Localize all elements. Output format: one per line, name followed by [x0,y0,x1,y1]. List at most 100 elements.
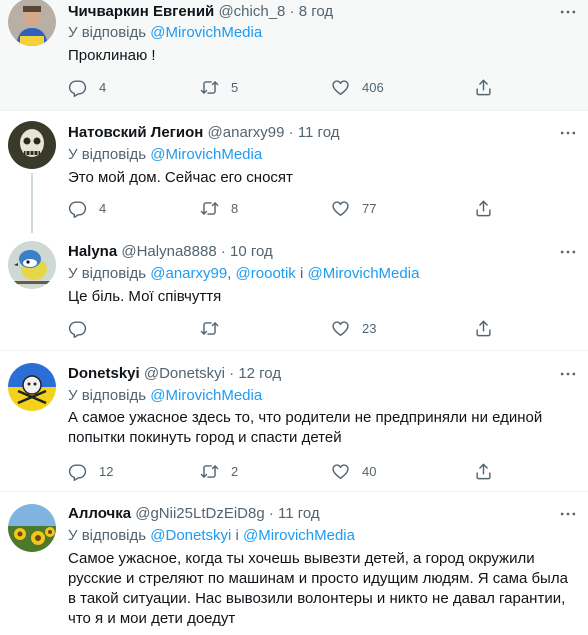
share-icon [474,78,493,97]
like-icon [331,199,350,218]
more-icon[interactable] [558,364,578,384]
author-name[interactable]: Аллочка [68,505,131,522]
tweet[interactable]: Donetskyi @Donetskyi · 12 год У відповід… [0,351,588,492]
like-count: 406 [362,79,384,95]
retweet-count: 2 [231,463,239,479]
more-icon[interactable] [558,242,578,262]
mention-link[interactable]: @MirovichMedia [307,265,419,282]
author-name[interactable]: Halyna [68,243,117,260]
like-button[interactable]: 40 [331,461,376,481]
reply-icon [68,199,87,218]
author-name[interactable]: Натовский Легион [68,124,203,141]
tweet-text: Це біль. Мої співчуття [68,288,222,305]
action-bar: 4 8 77 [68,198,508,218]
share-icon [474,462,493,481]
tweet-header: Аллочка @gNii25LtDzEiD8g · 11 год [68,505,320,522]
reply-context: У відповідь @Donetskyi і @MirovichMedia [68,527,355,544]
mention-separator: , [227,265,232,282]
like-count: 40 [362,463,377,479]
timestamp[interactable]: 11 год [278,505,320,522]
tweet[interactable]: Натовский Легион @anarxy99 · 11 год У ві… [0,111,588,233]
author-name[interactable]: Чичваркин Евгений [68,3,214,20]
more-icon[interactable] [558,504,578,524]
mention-link[interactable]: @MirovichMedia [243,527,355,544]
share-button[interactable] [474,318,493,338]
avatar[interactable] [8,241,56,289]
retweet-icon [200,319,219,338]
share-icon [474,319,493,338]
like-count: 77 [362,200,377,216]
timestamp[interactable]: 8 год [299,3,333,20]
tweet-text: Самое ужасное, когда ты хочешь вывезти д… [68,550,568,627]
author-name[interactable]: Donetskyi [68,365,140,382]
author-handle[interactable]: @Halyna8888 [121,243,216,260]
avatar[interactable] [8,121,56,169]
reply-button[interactable] [68,318,99,338]
separator: · [229,365,235,382]
share-button[interactable] [474,198,493,218]
separator: · [220,243,226,260]
retweet-count: 5 [231,79,239,95]
tweet[interactable]: Halyna @Halyna8888 · 10 год У відповідь … [0,229,588,351]
mention-link[interactable]: @Donetskyi [150,527,231,544]
like-button[interactable]: 77 [331,198,376,218]
retweet-icon [200,462,219,481]
reply-context: У відповідь @MirovichMedia [68,24,262,41]
avatar[interactable] [8,363,56,411]
retweet-button[interactable]: 5 [200,77,238,97]
avatar[interactable] [8,504,56,552]
tweet-header: Чичваркин Евгений @chich_8 · 8 год [68,3,333,20]
like-count: 23 [362,320,377,336]
more-icon[interactable] [558,123,578,143]
reply-prefix: У відповідь [68,24,147,41]
reply-button[interactable]: 4 [68,77,106,97]
reply-context: У відповідь @anarxy99, @roootik і @Mirov… [68,265,419,282]
reply-count: 12 [99,463,114,479]
action-bar: 12 2 40 [68,461,508,481]
reply-button[interactable]: 12 [68,461,113,481]
timestamp[interactable]: 10 год [230,243,273,260]
share-icon [474,199,493,218]
tweet-header: Donetskyi @Donetskyi · 12 год [68,365,281,382]
retweet-icon [200,78,219,97]
tweet-header: Halyna @Halyna8888 · 10 год [68,243,273,260]
mention-link[interactable]: @anarxy99 [150,265,227,282]
reply-prefix: У відповідь [68,527,147,544]
tweet[interactable]: Чичваркин Евгений @chich_8 · 8 год У від… [0,0,588,111]
avatar[interactable] [8,0,56,46]
more-icon[interactable] [558,2,578,22]
retweet-icon [200,199,219,218]
tweet[interactable]: Аллочка @gNii25LtDzEiD8g · 11 год У відп… [0,492,588,635]
mention-link[interactable]: @roootik [236,265,296,282]
reply-count: 4 [99,79,107,95]
mention-link[interactable]: @MirovichMedia [150,146,262,163]
mention-link[interactable]: @MirovichMedia [150,24,262,41]
timestamp[interactable]: 11 год [298,124,340,141]
retweet-button[interactable] [200,318,231,338]
reply-count: 4 [99,200,107,216]
like-icon [331,78,350,97]
reply-icon [68,319,87,338]
thread-line [31,173,33,233]
retweet-button[interactable]: 2 [200,461,238,481]
timestamp[interactable]: 12 год [238,365,281,382]
separator: · [289,3,295,20]
tweet-text: А самое ужасное здесь то, что родители н… [68,409,543,446]
reply-icon [68,78,87,97]
reply-button[interactable]: 4 [68,198,106,218]
author-handle[interactable]: @gNii25LtDzEiD8g [135,505,264,522]
mention-conjunction: і [235,527,239,544]
author-handle[interactable]: @Donetskyi [144,365,225,382]
like-button[interactable]: 406 [331,77,384,97]
like-button[interactable]: 23 [331,318,376,338]
retweet-count: 8 [231,200,239,216]
author-handle[interactable]: @anarxy99 [208,124,285,141]
mention-link[interactable]: @MirovichMedia [150,387,262,404]
separator: · [288,124,294,141]
share-button[interactable] [474,77,493,97]
author-handle[interactable]: @chich_8 [218,3,285,20]
retweet-button[interactable]: 8 [200,198,238,218]
share-button[interactable] [474,461,493,481]
tweet-text: Это мой дом. Сейчас его сносят [68,169,293,186]
reply-prefix: У відповідь [68,146,147,163]
